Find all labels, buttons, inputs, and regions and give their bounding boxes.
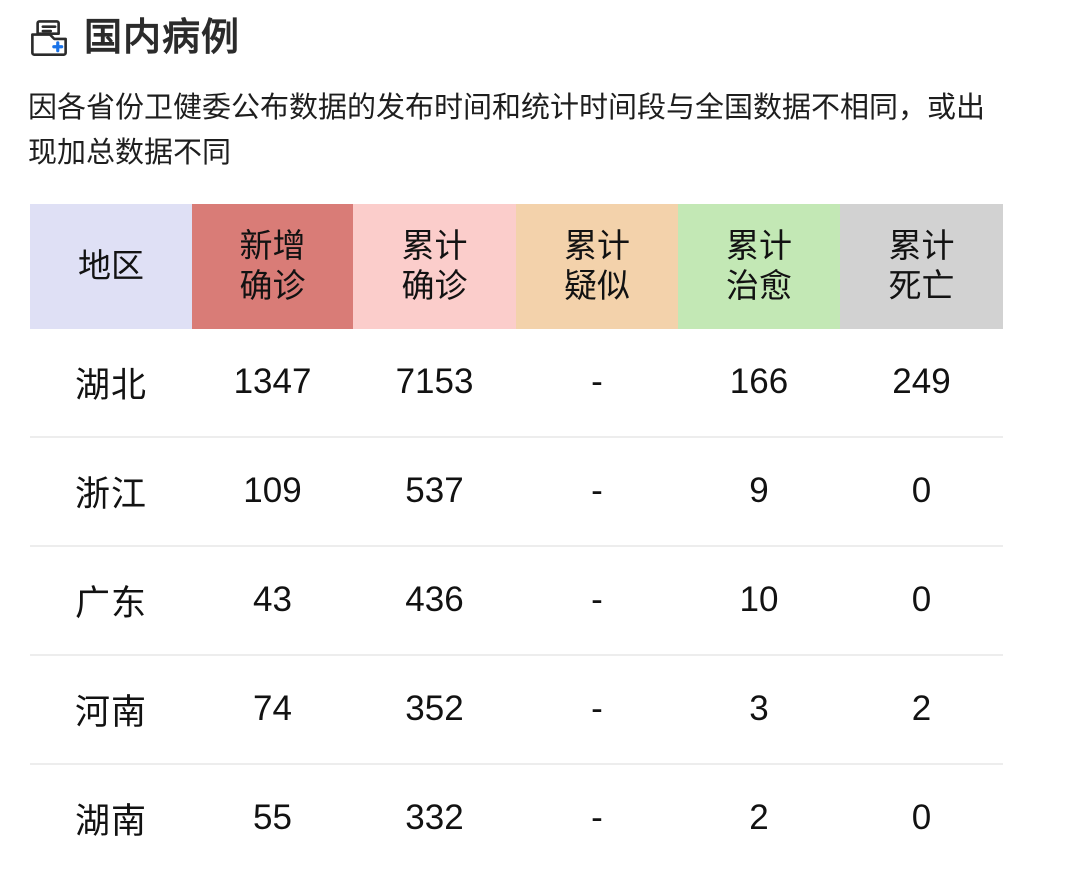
cell-region: 湖北 — [30, 328, 192, 438]
column-header-total-suspected[interactable]: 累计 疑似 — [516, 203, 678, 329]
cell-total-cured: 3 — [678, 654, 840, 765]
column-header-total-deaths[interactable]: 累计 死亡 — [840, 203, 1003, 329]
column-header-total-cured[interactable]: 累计 治愈 — [678, 203, 840, 329]
cell-total-cured: 166 — [678, 328, 840, 438]
table-row[interactable]: 湖北 1347 7153 - 166 249 — [30, 328, 1003, 438]
cell-total-deaths: 0 — [840, 763, 1003, 872]
column-header-total-confirmed-line1: 累计 — [401, 227, 468, 265]
panel-header: 国内病例 — [0, 0, 1080, 58]
column-header-total-deaths-line2: 死亡 — [888, 267, 955, 305]
cell-total-deaths: 0 — [840, 436, 1003, 547]
column-header-region-line1: 地区 — [78, 247, 144, 285]
column-header-new-confirmed[interactable]: 新增 确诊 — [192, 203, 353, 329]
column-header-total-suspected-line1: 累计 — [564, 227, 630, 265]
table-header-row: 地区 新增 确诊 累计 确诊 累计 疑似 累计 治愈 累计 死亡 — [30, 203, 1003, 329]
column-header-total-deaths-line1: 累计 — [888, 227, 955, 265]
column-header-total-suspected-line2: 疑似 — [564, 267, 630, 305]
cell-region: 广东 — [30, 545, 192, 656]
table-row[interactable]: 河南 74 352 - 3 2 — [30, 654, 1003, 765]
panel-description: 因各省份卫健委公布数据的发布时间和统计时间段与全国数据不相同，或出现加总数据不同 — [28, 92, 986, 169]
cell-total-confirmed: 436 — [353, 545, 516, 656]
column-header-region[interactable]: 地区 — [30, 203, 192, 329]
table-row[interactable]: 浙江 109 537 - 9 0 — [30, 436, 1003, 547]
column-header-new-confirmed-line1: 新增 — [239, 227, 306, 265]
table-row[interactable]: 湖南 55 332 - 2 0 — [30, 763, 1003, 872]
cell-total-suspected: - — [516, 545, 678, 656]
cell-total-deaths: 0 — [840, 545, 1003, 656]
domestic-cases-panel: 国内病例 因各省份卫健委公布数据的发布时间和统计时间段与全国数据不相同，或出现加… — [0, 0, 1080, 872]
cell-region: 浙江 — [30, 436, 192, 547]
cell-region: 湖南 — [30, 763, 192, 872]
cell-total-suspected: - — [516, 328, 678, 438]
page-title: 国内病例 — [84, 17, 241, 59]
cell-total-suspected: - — [516, 654, 678, 765]
cell-total-deaths: 249 — [840, 328, 1003, 438]
cell-new-confirmed: 74 — [192, 654, 353, 765]
cell-total-confirmed: 352 — [353, 654, 516, 765]
cell-total-cured: 2 — [678, 763, 840, 872]
column-header-total-confirmed-line2: 确诊 — [401, 267, 468, 305]
cell-total-cured: 10 — [678, 545, 840, 656]
cases-table: 地区 新增 确诊 累计 确诊 累计 疑似 累计 治愈 累计 死亡 湖北 1347… — [30, 203, 1003, 872]
cell-total-suspected: - — [516, 436, 678, 547]
cell-total-suspected: - — [516, 763, 678, 872]
table-body: 湖北 1347 7153 - 166 249 浙江 109 537 - 9 0 … — [30, 328, 1003, 872]
cell-new-confirmed: 43 — [192, 545, 353, 656]
cell-new-confirmed: 55 — [192, 763, 353, 872]
table-row[interactable]: 广东 43 436 - 10 0 — [30, 545, 1003, 656]
cell-total-cured: 9 — [678, 436, 840, 547]
table-head: 地区 新增 确诊 累计 确诊 累计 疑似 累计 治愈 累计 死亡 — [30, 203, 1003, 329]
cell-total-deaths: 2 — [840, 654, 1003, 765]
cell-new-confirmed: 109 — [192, 436, 353, 547]
cell-total-confirmed: 537 — [353, 436, 516, 547]
case-file-plus-icon — [31, 20, 67, 56]
cell-new-confirmed: 1347 — [192, 328, 353, 438]
column-header-total-confirmed[interactable]: 累计 确诊 — [353, 203, 516, 329]
column-header-total-cured-line2: 治愈 — [726, 267, 792, 305]
cell-total-confirmed: 332 — [353, 763, 516, 872]
cases-table-container: 地区 新增 确诊 累计 确诊 累计 疑似 累计 治愈 累计 死亡 湖北 1347… — [30, 203, 1003, 872]
cell-total-confirmed: 7153 — [353, 328, 516, 438]
column-header-new-confirmed-line2: 确诊 — [239, 267, 306, 305]
cell-region: 河南 — [30, 654, 192, 765]
column-header-total-cured-line1: 累计 — [726, 227, 792, 265]
